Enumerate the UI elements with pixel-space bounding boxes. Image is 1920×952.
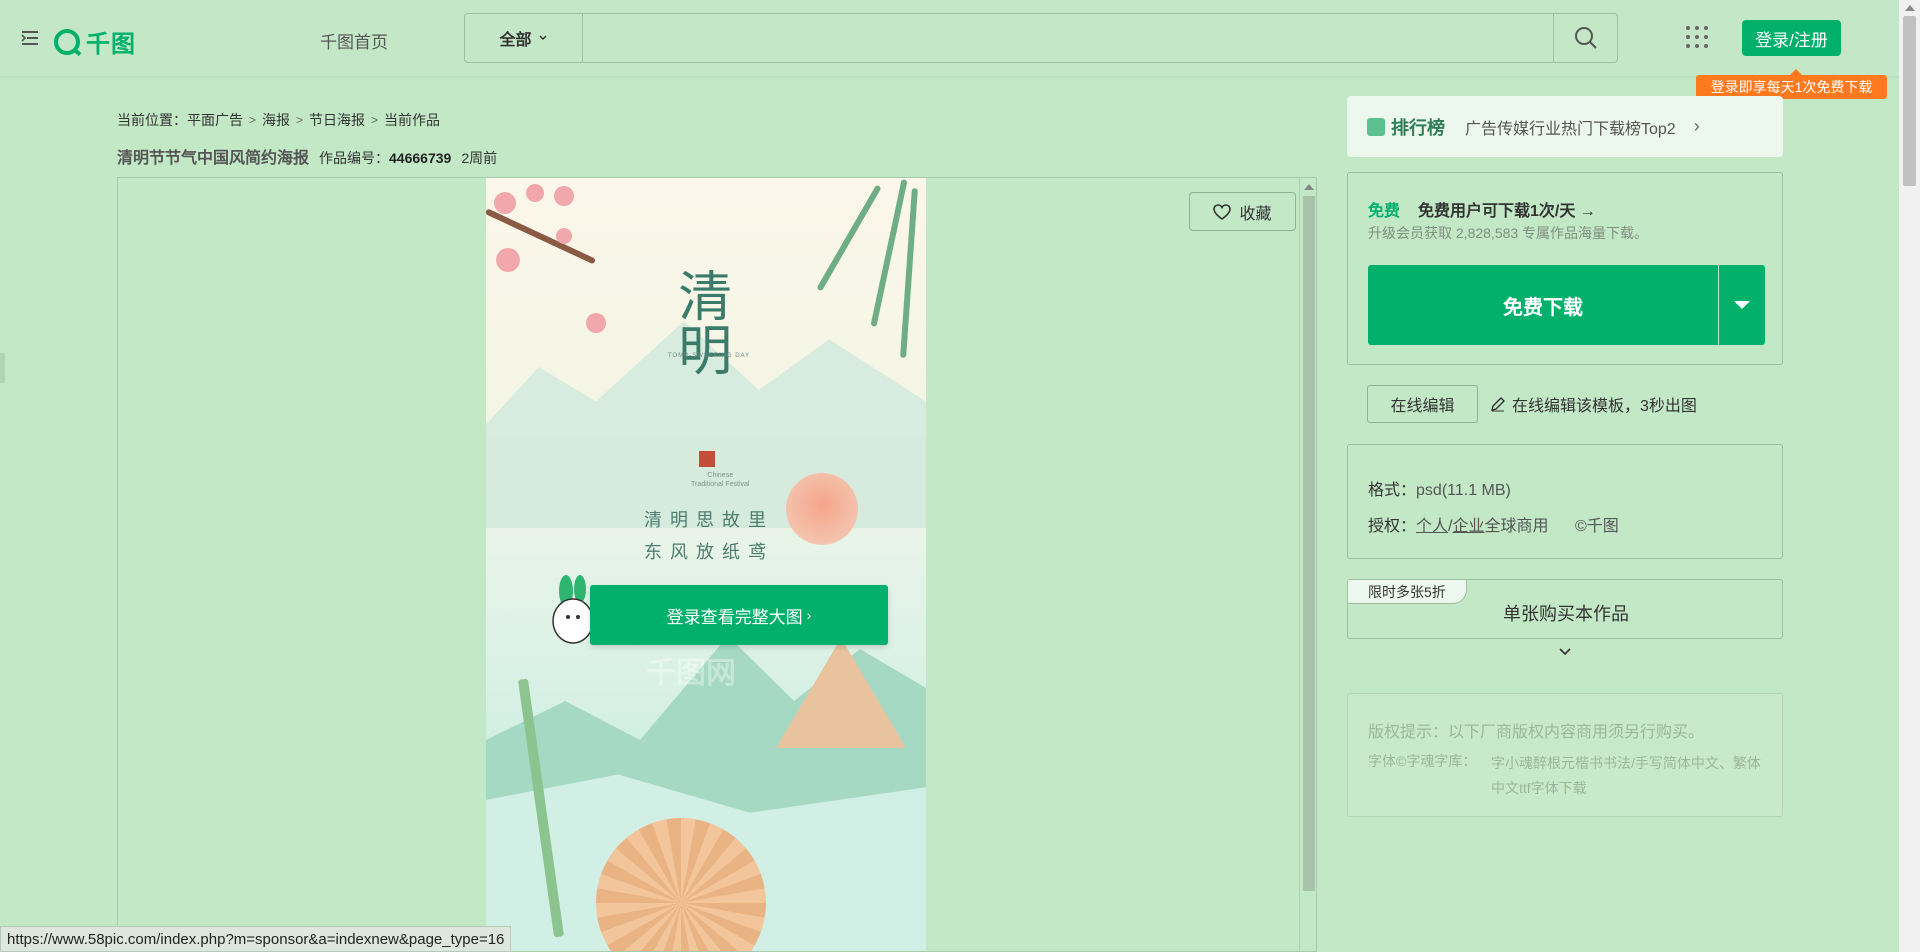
breadcrumb-item: 当前作品 xyxy=(384,112,441,128)
poster-willow xyxy=(900,187,918,359)
chevron-right-icon: › xyxy=(806,607,812,623)
side-drawer-handle[interactable] xyxy=(0,353,5,383)
poster-seal xyxy=(699,451,715,467)
favorite-button[interactable]: 收藏 xyxy=(1189,192,1296,231)
online-edit-button[interactable]: 在线编辑 xyxy=(1367,385,1478,423)
poster-subtitle: Chinese Traditional Festival xyxy=(691,472,750,489)
ranking-card[interactable]: 排行榜 广告传媒行业热门下载榜Top2 › xyxy=(1347,96,1783,157)
work-time: 2周前 xyxy=(461,150,498,166)
chevron-right-icon: > xyxy=(371,113,379,127)
file-info-card: 格式：psd(11.1 MB) 授权：个人/企业全球商用 ©千图 xyxy=(1347,444,1783,559)
page-scroll-thumb[interactable] xyxy=(1903,16,1916,186)
buy-single-label: 单张购买本作品 xyxy=(1503,604,1629,624)
poster-sun xyxy=(786,473,858,545)
chevron-right-icon: › xyxy=(1693,116,1700,136)
breadcrumb: 当前位置： 平面广告 > 海报 > 节日海报 > 当前作品 xyxy=(117,110,440,130)
font-vendor-link[interactable]: 字小魂醉根元楷书书法/手写简体中文、繁体中文ttf字体下载 xyxy=(1491,751,1771,801)
poster-blossom xyxy=(554,186,574,206)
page-scrollbar[interactable] xyxy=(1899,0,1920,952)
ranking-text: 广告传媒行业热门下载榜Top2 xyxy=(1465,120,1676,138)
status-bar-url: https://www.58pic.com/index.php?m=sponso… xyxy=(0,926,512,952)
menu-toggle-icon[interactable] xyxy=(20,28,40,48)
work-id-label: 作品编号：44666739 xyxy=(319,150,452,166)
logo-text: 千图 xyxy=(86,31,136,58)
preview-scrollbar[interactable] xyxy=(1299,178,1316,951)
mascot-icon xyxy=(552,575,594,644)
trophy-icon xyxy=(1367,117,1385,136)
download-options-dropdown[interactable] xyxy=(1719,265,1765,345)
font-vendor-label: 字体©字魂字库： xyxy=(1368,753,1477,769)
scroll-up-icon[interactable] xyxy=(1304,184,1314,190)
search-icon xyxy=(1574,27,1597,49)
search-input[interactable] xyxy=(583,14,1553,62)
license-personal-link[interactable]: 个人 xyxy=(1416,518,1448,535)
search-button[interactable] xyxy=(1553,14,1617,62)
chevron-down-icon[interactable] xyxy=(1557,644,1573,660)
heart-icon xyxy=(1213,203,1232,220)
poster-title: 清明 xyxy=(668,268,732,376)
top-header: 千图 千图首页 全部 登录/注册 xyxy=(0,0,1899,76)
work-meta: 清明节节气中国风简约海报 作品编号：44666739 2周前 xyxy=(117,144,497,168)
login-register-button[interactable]: 登录/注册 xyxy=(1742,20,1841,56)
license-enterprise-link[interactable]: 企业 xyxy=(1452,518,1484,535)
poster-image: 清明 TOMB-SWEEPING DAY Chinese Traditional… xyxy=(486,178,926,951)
site-logo[interactable]: 千图 xyxy=(54,24,136,59)
work-id: 44666739 xyxy=(389,150,452,166)
license-row: 授权：个人/企业全球商用 ©千图 xyxy=(1368,518,1619,535)
poster-willow xyxy=(870,179,908,327)
format-value: psd(11.1 MB) xyxy=(1416,482,1511,499)
breadcrumb-item[interactable]: 海报 xyxy=(262,110,290,130)
poster-blossom xyxy=(526,184,544,202)
nav-home-link[interactable]: 千图首页 xyxy=(320,28,388,53)
login-view-full-button[interactable]: 登录查看完整大图 › xyxy=(590,585,888,645)
chevron-right-icon: > xyxy=(249,113,257,127)
apps-grid-icon[interactable] xyxy=(1686,26,1708,48)
copyright-notice: 版权提示：以下厂商版权内容商用须另行购买。 字体©字魂字库： 字小魂醉根元楷书书… xyxy=(1347,693,1783,817)
poster-english-title: TOMB-SWEEPING DAY xyxy=(668,353,751,359)
download-card: 免费 免费用户可下载1次/天 → 升级会员获取 2,828,583 专属作品海量… xyxy=(1347,172,1783,365)
login-view-full-label: 登录查看完整大图 xyxy=(666,607,803,627)
search-category-select[interactable]: 全部 xyxy=(465,14,583,62)
buy-single-card[interactable]: 限时多张5折 单张购买本作品 xyxy=(1347,579,1783,639)
poster-poem: 清明思故里 东风放纸鸢 xyxy=(644,510,774,564)
free-tag: 免费 xyxy=(1368,203,1401,220)
logo-mark-icon xyxy=(54,28,80,55)
ranking-label: 排行榜 xyxy=(1367,114,1445,140)
preview-frame: 清明 TOMB-SWEEPING DAY Chinese Traditional… xyxy=(117,177,1317,952)
poster-willow xyxy=(816,184,882,292)
free-subtext: 升级会员获取 2,828,583 专属作品海量下载。 xyxy=(1368,225,1649,241)
search-category-label: 全部 xyxy=(499,32,532,49)
work-title: 清明节节气中国风简约海报 xyxy=(117,150,310,167)
scroll-up-icon[interactable] xyxy=(1905,5,1915,11)
favorite-label: 收藏 xyxy=(1239,205,1272,223)
chevron-right-icon: > xyxy=(296,113,304,127)
pencil-icon xyxy=(1491,397,1505,412)
free-download-button[interactable]: 免费下载 xyxy=(1368,265,1718,345)
preview-scroll-thumb[interactable] xyxy=(1303,196,1315,891)
chevron-down-icon xyxy=(539,35,546,40)
format-row: 格式：psd(11.1 MB) xyxy=(1368,482,1511,499)
poster-blossom xyxy=(496,248,520,272)
poster-blossom xyxy=(586,313,606,333)
watermark: 千图网 xyxy=(646,657,736,690)
online-edit-hint[interactable]: 在线编辑该模板，3秒出图 xyxy=(1490,392,1697,416)
breadcrumb-item[interactable]: 平面广告 xyxy=(187,110,243,130)
free-info: 免费 免费用户可下载1次/天 → xyxy=(1368,197,1596,221)
poster-blossom xyxy=(556,228,572,244)
breadcrumb-item[interactable]: 节日海报 xyxy=(309,110,365,130)
free-desc-link[interactable]: 免费用户可下载1次/天 → xyxy=(1418,197,1596,221)
online-edit-row: 在线编辑 在线编辑该模板，3秒出图 xyxy=(1367,385,1697,423)
search-bar: 全部 xyxy=(464,13,1618,63)
copyright-title: 版权提示：以下厂商版权内容商用须另行购买。 xyxy=(1368,724,1705,741)
poster-blossom xyxy=(494,192,516,214)
copyright-owner: ©千图 xyxy=(1574,518,1619,535)
breadcrumb-prefix: 当前位置： xyxy=(117,112,187,128)
